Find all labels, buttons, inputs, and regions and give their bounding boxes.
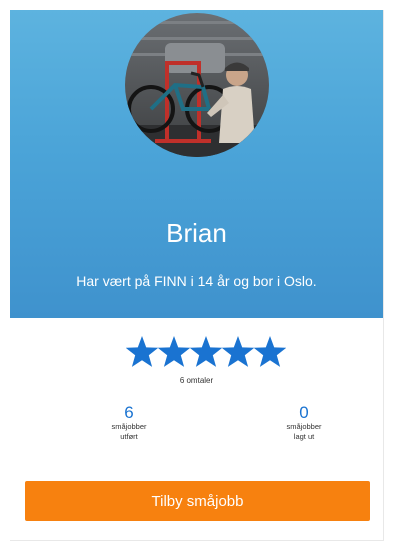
profile-card: Brian Har vært på FINN i 14 år og bor i … [10,10,384,541]
star-icon [126,336,159,367]
stat-jobs-done: 6 småjobber utført [89,404,169,442]
avatar [125,13,269,157]
stat-label-line2: lagt ut [293,432,315,441]
profile-tagline: Har vært på FINN i 14 år og bor i Oslo. [76,273,317,289]
star-icon [253,336,286,367]
stat-label-line2: utført [120,432,138,441]
reviews-count: 6 omtaler [179,376,214,385]
star-icon [189,336,223,367]
offer-job-button[interactable]: Tilby småjobb [25,481,370,521]
stat-jobs-posted: 0 småjobber lagt ut [264,404,344,442]
profile-name: Brian [166,218,227,248]
star-icon [221,336,255,367]
rating-stars [126,336,286,367]
star-icon [157,336,191,367]
stat-value: 6 [124,403,134,422]
stat-label-line1: småjobber [111,422,147,431]
profile-header: Brian Har vært på FINN i 14 år og bor i … [10,10,383,318]
stat-label-line1: småjobber [286,422,322,431]
stat-value: 0 [299,403,309,422]
